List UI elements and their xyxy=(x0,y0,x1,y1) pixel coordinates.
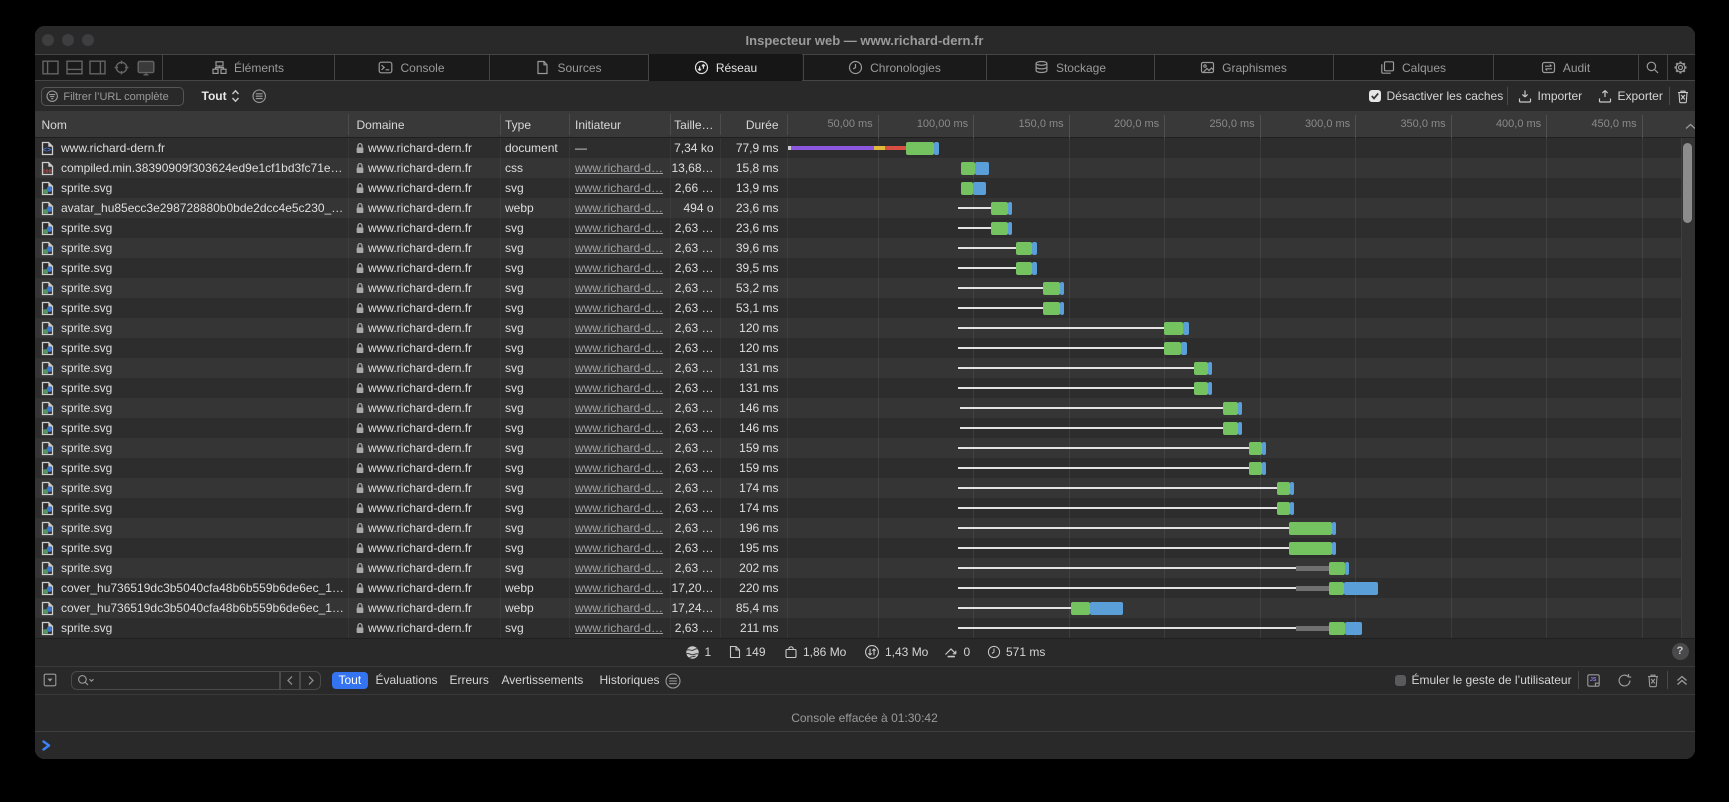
svg-text:css: css xyxy=(43,168,52,174)
svg-text:JS: JS xyxy=(1590,677,1597,683)
svg-text:<>: <> xyxy=(43,147,51,154)
